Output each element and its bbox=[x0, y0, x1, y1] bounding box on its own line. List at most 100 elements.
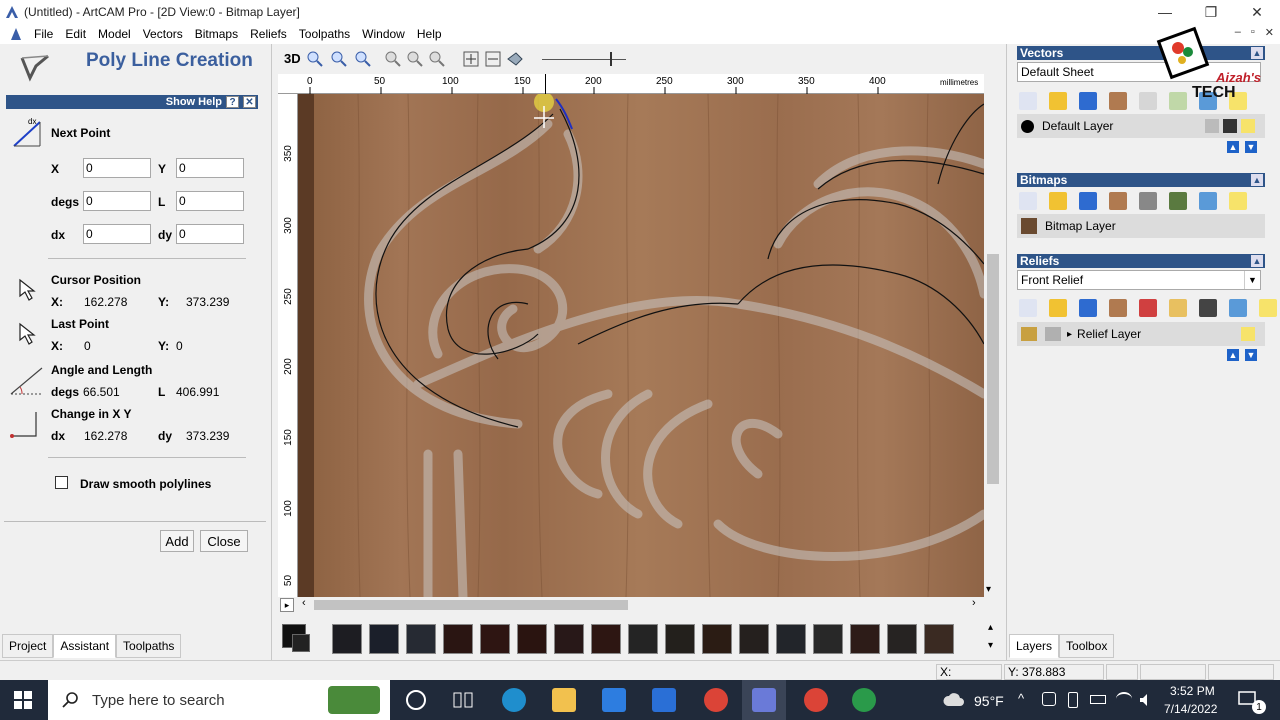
bitmap-layer-image[interactable] bbox=[298, 94, 984, 597]
bitmaps-section-header[interactable]: Bitmaps ▲ bbox=[1017, 173, 1265, 187]
task-view-icon[interactable] bbox=[452, 690, 474, 710]
menu-edit[interactable]: Edit bbox=[59, 27, 92, 41]
help-button[interactable]: ? bbox=[226, 96, 239, 108]
x-input[interactable] bbox=[83, 158, 151, 178]
new-layer-icon[interactable] bbox=[1019, 92, 1037, 110]
menu-bitmaps[interactable]: Bitmaps bbox=[189, 27, 244, 41]
move-layer-up-icon[interactable]: ▲ bbox=[1227, 141, 1239, 153]
merge-relief-icon[interactable] bbox=[1109, 299, 1127, 317]
zoom-box-icon[interactable] bbox=[354, 50, 372, 68]
palette-swatch[interactable] bbox=[480, 624, 510, 654]
grid-icon[interactable] bbox=[484, 50, 502, 68]
meet-icon[interactable] bbox=[1042, 692, 1056, 706]
collapse-bitmaps-icon[interactable]: ▲ bbox=[1251, 174, 1263, 186]
battery-icon[interactable] bbox=[1090, 695, 1106, 704]
relief-select[interactable]: Front Relief ▼ bbox=[1017, 270, 1261, 290]
bitmap-layer-row[interactable]: Bitmap Layer bbox=[1017, 214, 1265, 238]
palette-swatch[interactable] bbox=[776, 624, 806, 654]
copy-relief-icon[interactable] bbox=[1169, 299, 1187, 317]
length-input[interactable] bbox=[176, 191, 244, 211]
open-bitmap-icon[interactable] bbox=[1049, 192, 1067, 210]
palette-swatch[interactable] bbox=[665, 624, 695, 654]
palette-swatch[interactable] bbox=[628, 624, 658, 654]
design-canvas[interactable] bbox=[298, 94, 984, 597]
grayscale-icon[interactable] bbox=[1139, 192, 1157, 210]
scroll-down-icon[interactable]: ▾ bbox=[986, 584, 991, 595]
artcam-taskbar-icon[interactable] bbox=[752, 688, 776, 712]
menu-file[interactable]: File bbox=[28, 27, 59, 41]
palette-swatch[interactable] bbox=[369, 624, 399, 654]
palette-swatch[interactable] bbox=[554, 624, 584, 654]
weather-cloud-icon[interactable] bbox=[942, 692, 966, 708]
palette-swatch[interactable] bbox=[406, 624, 436, 654]
scroll-left-icon[interactable]: ‹ bbox=[302, 597, 306, 609]
zoom-previous-icon[interactable] bbox=[384, 50, 402, 68]
bitmap-visibility-icon[interactable] bbox=[1229, 192, 1247, 210]
close-button[interactable]: Close bbox=[200, 530, 248, 552]
vertical-scrollbar[interactable]: ▾ bbox=[984, 74, 1002, 597]
new-bitmap-icon[interactable] bbox=[1019, 192, 1037, 210]
zoom-in-icon[interactable] bbox=[306, 50, 324, 68]
dy-input[interactable] bbox=[176, 224, 244, 244]
menu-reliefs[interactable]: Reliefs bbox=[244, 27, 293, 41]
delete-bitmap-icon[interactable] bbox=[1199, 192, 1217, 210]
mail-icon[interactable] bbox=[602, 688, 626, 712]
palette-swatch[interactable] bbox=[702, 624, 732, 654]
show-help-link[interactable]: Show Help bbox=[166, 96, 222, 108]
3d-view-button[interactable]: 3D bbox=[284, 51, 301, 66]
open-relief-icon[interactable] bbox=[1049, 299, 1067, 317]
palette-scroll-down-icon[interactable]: ▾ bbox=[988, 640, 993, 651]
merge-bitmap-icon[interactable] bbox=[1109, 192, 1127, 210]
close-window-button[interactable]: ✕ bbox=[1234, 0, 1280, 24]
expand-relief-icon[interactable]: ▸ bbox=[1067, 329, 1072, 340]
palette-swatch[interactable] bbox=[924, 624, 954, 654]
scroll-right-icon[interactable]: › bbox=[972, 597, 976, 609]
palette-swatch[interactable] bbox=[517, 624, 547, 654]
secondary-color-swatch[interactable] bbox=[292, 634, 310, 652]
show-hidden-icons-icon[interactable]: ^ bbox=[1018, 691, 1024, 706]
menu-toolpaths[interactable]: Toolpaths bbox=[293, 27, 356, 41]
collapse-reliefs-icon[interactable]: ▲ bbox=[1251, 255, 1263, 267]
weather-temperature[interactable]: 95°F bbox=[974, 693, 1004, 709]
palette-swatch[interactable] bbox=[443, 624, 473, 654]
tab-project[interactable]: Project bbox=[2, 634, 54, 658]
save-layer-icon[interactable] bbox=[1079, 92, 1097, 110]
app-icon[interactable] bbox=[852, 688, 876, 712]
save-relief-icon[interactable] bbox=[1079, 299, 1097, 317]
relief-layer-row[interactable]: ▸ Relief Layer bbox=[1017, 322, 1265, 346]
horizontal-scrollbar[interactable]: ▸ ‹ › bbox=[278, 597, 984, 613]
relief-visibility-icon[interactable] bbox=[1259, 299, 1277, 317]
reliefs-section-header[interactable]: Reliefs ▲ bbox=[1017, 254, 1265, 268]
tab-toolpaths[interactable]: Toolpaths bbox=[116, 634, 182, 658]
help-close-button[interactable]: ✕ bbox=[243, 96, 256, 108]
tab-layers[interactable]: Layers bbox=[1009, 634, 1060, 658]
palette-swatch[interactable] bbox=[332, 624, 362, 654]
minimize-button[interactable]: — bbox=[1142, 0, 1188, 24]
palette-swatch[interactable] bbox=[887, 624, 917, 654]
edit-layer-icon[interactable] bbox=[1223, 119, 1237, 133]
degs-input[interactable] bbox=[83, 191, 151, 211]
film-relief-icon[interactable] bbox=[1199, 299, 1217, 317]
chevron-down-icon[interactable]: ▼ bbox=[1244, 271, 1260, 289]
layer-color-icon[interactable] bbox=[1021, 119, 1034, 133]
new-relief-icon[interactable] bbox=[1019, 299, 1037, 317]
tab-assistant[interactable]: Assistant bbox=[53, 634, 117, 658]
relief-mode-icon[interactable] bbox=[1045, 327, 1061, 341]
tab-toolbox[interactable]: Toolbox bbox=[1059, 634, 1115, 658]
wifi-icon[interactable] bbox=[1116, 692, 1132, 706]
clock-time[interactable]: 3:52 PM bbox=[1170, 684, 1215, 698]
smooth-polylines-checkbox[interactable] bbox=[55, 476, 68, 489]
chrome-icon[interactable] bbox=[704, 688, 728, 712]
zoom-slider-thumb[interactable] bbox=[610, 52, 612, 66]
dx-input[interactable] bbox=[83, 224, 151, 244]
windows-start-icon[interactable] bbox=[14, 691, 32, 709]
menu-help[interactable]: Help bbox=[411, 27, 448, 41]
zoom-all-icon[interactable] bbox=[406, 50, 424, 68]
cortana-icon[interactable] bbox=[406, 690, 426, 710]
toggle-view-icon[interactable] bbox=[506, 50, 524, 68]
file-explorer-icon[interactable] bbox=[552, 688, 576, 712]
palette-scroll-up-icon[interactable]: ▴ bbox=[988, 622, 993, 633]
chrome-profile-icon[interactable] bbox=[804, 688, 828, 712]
combine-relief-icon[interactable] bbox=[1139, 299, 1157, 317]
delete-relief-icon[interactable] bbox=[1229, 299, 1247, 317]
